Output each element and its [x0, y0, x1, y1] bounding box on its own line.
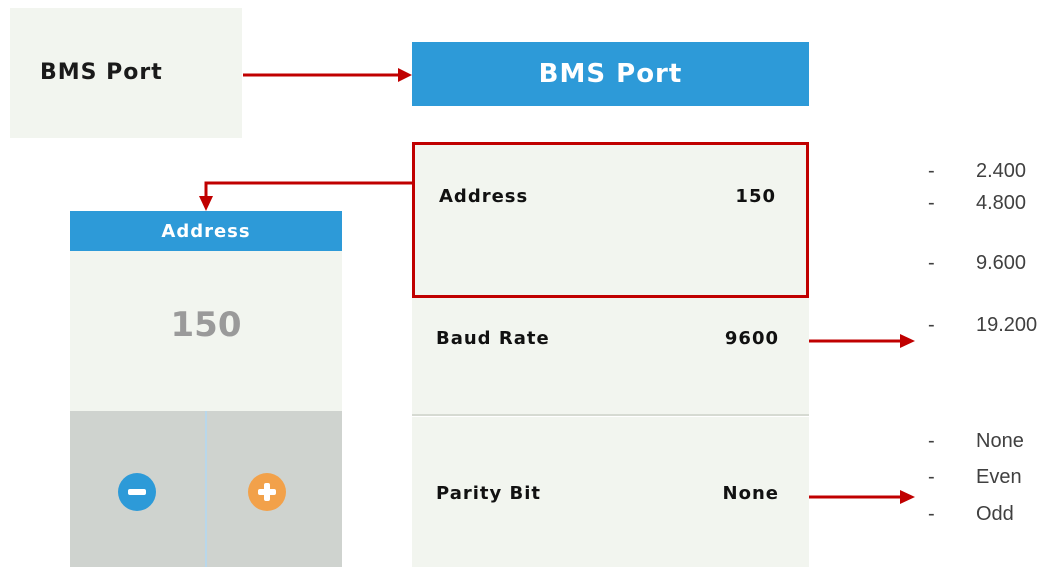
connector-arrows — [199, 68, 915, 504]
arrow-head — [900, 490, 915, 504]
arrow-head — [398, 68, 412, 82]
arrow-head — [199, 196, 213, 211]
arrow-address-to-editor — [204, 181, 412, 197]
arrow-head — [900, 334, 915, 348]
